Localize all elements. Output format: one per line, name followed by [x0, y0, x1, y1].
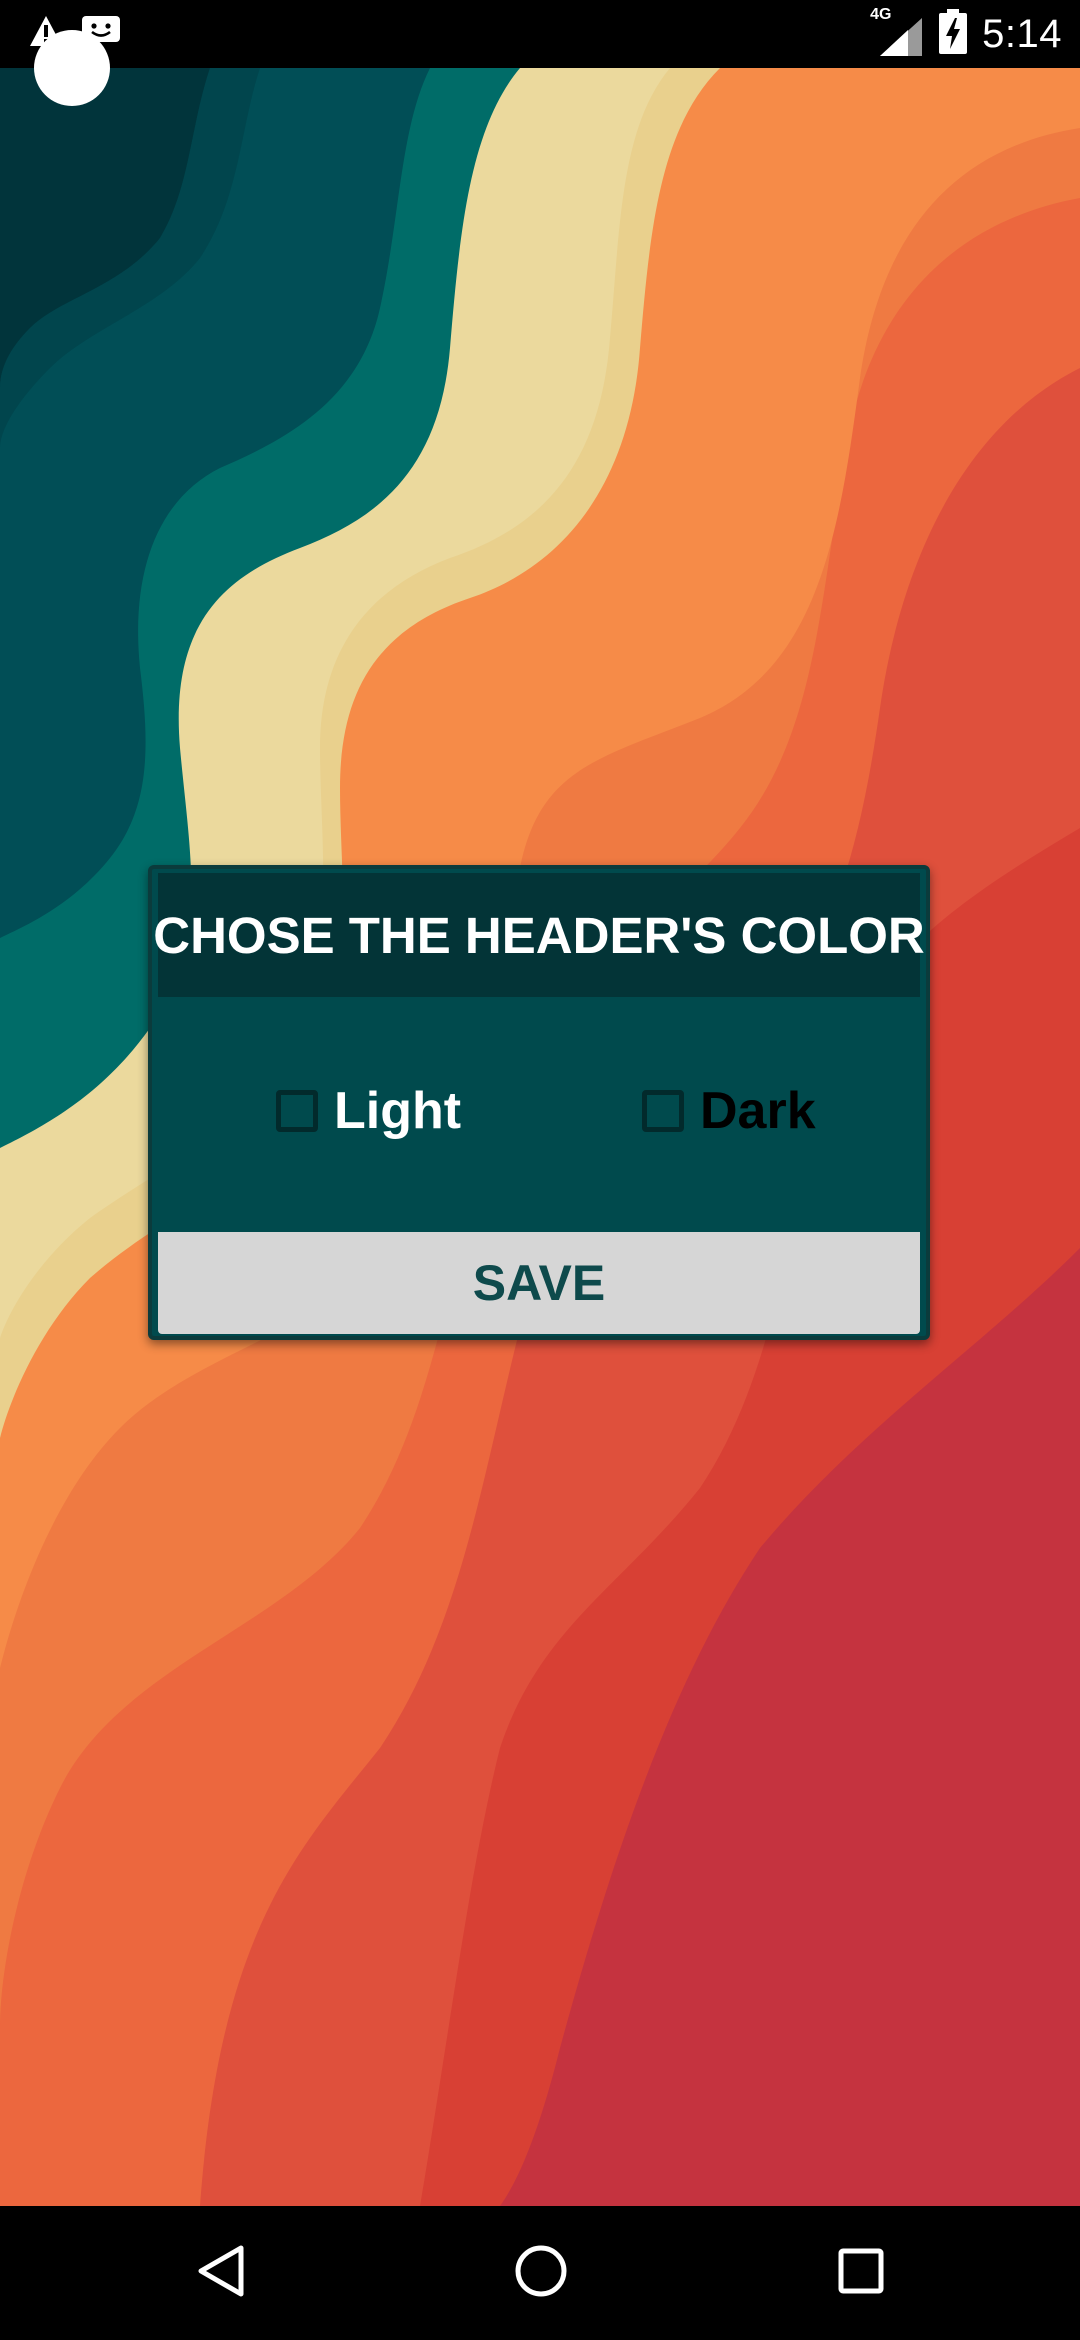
home-icon	[514, 2244, 568, 2303]
save-button[interactable]: SAVE	[158, 1232, 920, 1334]
dark-option[interactable]: Dark	[642, 1081, 816, 1141]
dark-checkbox[interactable]	[642, 1090, 684, 1132]
header-color-dialog: CHOSE THE HEADER'S COLOR Light Dark SAVE	[148, 865, 930, 1340]
signal-icon: 4G	[870, 6, 924, 58]
home-button[interactable]	[496, 2228, 586, 2318]
battery-charging-icon	[938, 8, 968, 60]
status-bar: 4G 5:14	[0, 0, 1080, 68]
back-icon	[195, 2243, 247, 2304]
back-button[interactable]	[176, 2228, 266, 2318]
device-screen: 4G 5:14 CHOSE THE HEADER'S COLOR Light D…	[0, 0, 1080, 2340]
navigation-bar	[0, 2206, 1080, 2340]
light-checkbox[interactable]	[276, 1090, 318, 1132]
system-status: 4G 5:14	[870, 0, 1062, 68]
clock: 5:14	[982, 11, 1062, 56]
dialog-header: CHOSE THE HEADER'S COLOR	[153, 873, 925, 997]
recents-icon	[837, 2247, 885, 2300]
light-label: Light	[334, 1082, 462, 1140]
dark-label: Dark	[700, 1082, 816, 1140]
dialog-title: CHOSE THE HEADER'S COLOR	[153, 906, 925, 964]
light-option[interactable]: Light	[276, 1081, 461, 1141]
floating-bubble[interactable]	[34, 30, 110, 106]
recents-button[interactable]	[816, 2228, 906, 2318]
